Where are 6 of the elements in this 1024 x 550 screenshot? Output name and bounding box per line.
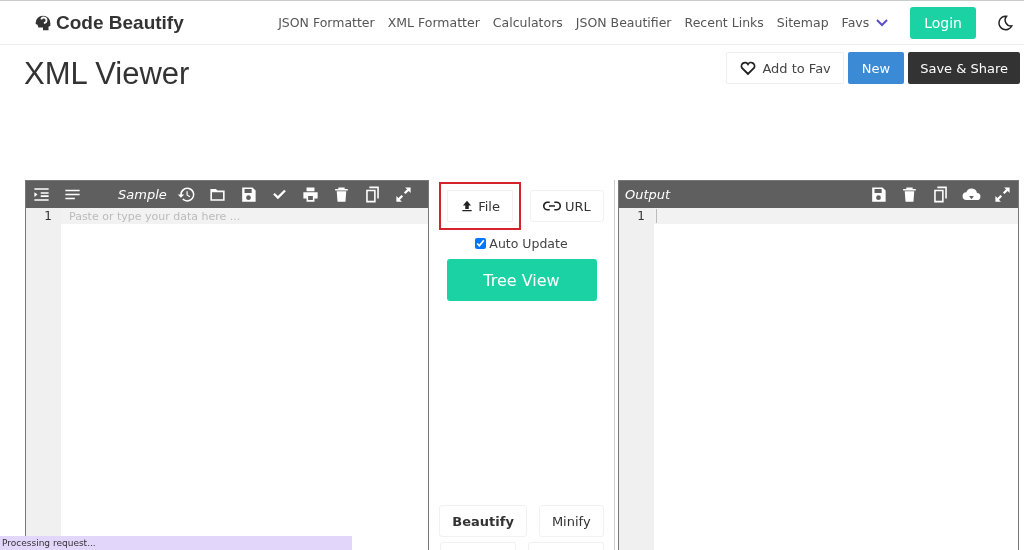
line-number: 1 xyxy=(637,208,646,224)
output-label: Output xyxy=(625,187,671,202)
page-title: XML Viewer xyxy=(24,56,190,92)
processing-toast: Processing request... xyxy=(0,536,352,550)
line-number: 1 xyxy=(44,208,53,224)
checkbox-label: Auto Update xyxy=(489,236,568,251)
